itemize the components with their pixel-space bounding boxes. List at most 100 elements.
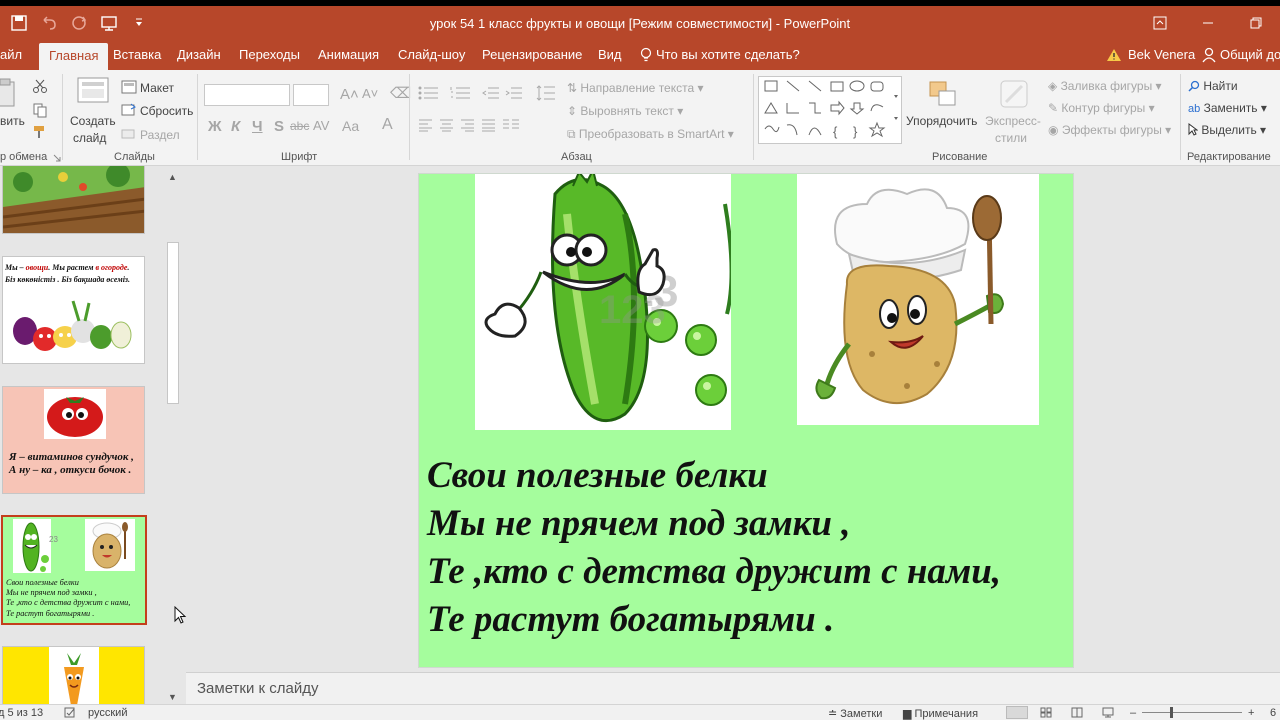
tab-design[interactable]: Дизайн bbox=[167, 40, 231, 70]
convert-smartart-button[interactable]: ⧉ Преобразовать в SmartArt ▾ bbox=[567, 127, 734, 142]
line-spacing-icon[interactable] bbox=[536, 84, 556, 102]
potato-chef-picture[interactable] bbox=[797, 174, 1039, 425]
find-button[interactable]: Найти bbox=[1188, 79, 1238, 93]
shape-fill-button[interactable]: ◈ Заливка фигуры ▾ bbox=[1048, 79, 1162, 93]
group-separator bbox=[197, 74, 198, 160]
person-icon bbox=[1202, 47, 1216, 63]
select-button[interactable]: Выделить ▾ bbox=[1188, 123, 1266, 137]
notes-toggle[interactable]: ≐ Заметки bbox=[828, 707, 882, 720]
strikethrough-button[interactable]: abc bbox=[290, 119, 309, 133]
tell-me-search[interactable]: Что вы хотите сделать? bbox=[640, 40, 800, 70]
section-icon bbox=[121, 129, 135, 139]
arrange-button[interactable]: Упорядочить bbox=[906, 114, 977, 128]
tab-transitions[interactable]: Переходы bbox=[229, 40, 310, 70]
slide-thumbnail-6[interactable] bbox=[2, 646, 145, 704]
zoom-level[interactable]: 6 bbox=[1270, 707, 1276, 719]
slide-thumbnail-tomato[interactable]: Я – витаминов сундучок , А ну – ка , отк… bbox=[2, 386, 145, 494]
user-account[interactable]: Bek Venera bbox=[1106, 40, 1195, 70]
thumbnail-poem-line: Свои полезные белки bbox=[6, 578, 79, 587]
thumbnail-poem: Свои полезные белки Мы не прячем под зам… bbox=[6, 578, 130, 619]
increase-font-icon[interactable]: A˄ bbox=[340, 86, 359, 103]
decrease-font-icon[interactable]: A˅ bbox=[362, 86, 378, 101]
reset-button[interactable]: Сбросить bbox=[140, 104, 193, 118]
normal-view-button[interactable] bbox=[1006, 706, 1028, 719]
decrease-indent-icon[interactable] bbox=[482, 86, 500, 100]
replace-button[interactable]: ab Заменить ▾ bbox=[1188, 101, 1267, 115]
change-case-button[interactable]: Aa bbox=[342, 118, 359, 134]
slide-thumbnail-4[interactable] bbox=[2, 166, 145, 234]
share-button[interactable]: Общий до bbox=[1202, 40, 1280, 70]
tell-me-text: Что вы хотите сделать? bbox=[656, 47, 800, 62]
align-text-button[interactable]: ⇕ Выровнять текст ▾ bbox=[567, 104, 683, 118]
tab-insert[interactable]: Вставка bbox=[103, 40, 171, 70]
ribbon-display-options-icon[interactable] bbox=[1136, 6, 1184, 40]
shape-outline-button[interactable]: ✎ Контур фигуры ▾ bbox=[1048, 101, 1155, 115]
zoom-slider[interactable] bbox=[1142, 712, 1242, 713]
columns-icon[interactable] bbox=[502, 118, 520, 132]
cut-icon[interactable] bbox=[32, 78, 48, 94]
new-slide-label[interactable]: Создать bbox=[70, 114, 116, 128]
restore-icon[interactable] bbox=[1232, 6, 1280, 40]
slide-thumbnail-vegetables[interactable]: Мы – овощи. Мы растем в огороде. Біз көк… bbox=[2, 256, 145, 364]
format-painter-icon[interactable] bbox=[32, 124, 48, 140]
shadow-button[interactable]: S bbox=[274, 118, 284, 135]
character-spacing-button[interactable]: AV bbox=[313, 118, 329, 133]
tab-view[interactable]: Вид bbox=[588, 40, 632, 70]
shape-effects-button[interactable]: ◉ Эффекты фигуры ▾ bbox=[1048, 123, 1171, 137]
paste-icon[interactable] bbox=[0, 78, 18, 108]
section-button[interactable]: Раздел bbox=[140, 128, 180, 142]
notes-placeholder: Заметки к слайду bbox=[197, 680, 319, 697]
scrollbar-thumb[interactable] bbox=[167, 242, 179, 404]
italic-button[interactable]: К bbox=[231, 118, 240, 135]
increase-indent-icon[interactable] bbox=[505, 86, 523, 100]
zoom-out-button[interactable]: – bbox=[1130, 707, 1136, 719]
align-left-icon[interactable] bbox=[418, 118, 433, 132]
quick-styles-icon[interactable] bbox=[998, 78, 1030, 110]
text-direction-button[interactable]: ⇅ Направление текста ▾ bbox=[567, 81, 704, 95]
align-right-icon[interactable] bbox=[460, 118, 475, 132]
language-indicator[interactable]: русский bbox=[88, 707, 127, 719]
zoom-slider-thumb[interactable] bbox=[1170, 707, 1173, 718]
replace-icon: ab bbox=[1188, 103, 1201, 115]
bullets-icon[interactable] bbox=[418, 86, 440, 100]
underline-button[interactable]: Ч bbox=[252, 118, 263, 135]
slideshow-view-icon[interactable] bbox=[1102, 707, 1114, 718]
font-size-input[interactable] bbox=[293, 84, 329, 106]
arrange-icon[interactable] bbox=[926, 78, 960, 110]
powerpoint-window: урок 54 1 класс фрукты и овощи [Режим со… bbox=[0, 6, 1280, 720]
spelling-check-icon[interactable] bbox=[64, 707, 76, 718]
scroll-up-arrow-icon[interactable]: ▲ bbox=[168, 172, 177, 182]
numbering-icon[interactable] bbox=[450, 86, 472, 100]
notes-pane[interactable]: Заметки к слайду bbox=[186, 672, 1280, 704]
tab-animations[interactable]: Анимация bbox=[308, 40, 389, 70]
new-slide-icon[interactable] bbox=[76, 76, 110, 106]
poem-textbox[interactable]: Свои полезные белки Мы не прячем под зам… bbox=[427, 452, 1067, 644]
align-center-icon[interactable] bbox=[439, 118, 454, 132]
scroll-down-arrow-icon[interactable]: ▼ bbox=[168, 692, 177, 702]
comments-toggle[interactable]: ▆ Примечания bbox=[903, 707, 978, 720]
zoom-in-button[interactable]: + bbox=[1248, 707, 1254, 719]
minimize-icon[interactable] bbox=[1184, 6, 1232, 40]
tab-home[interactable]: Главная bbox=[39, 43, 109, 70]
current-slide[interactable]: 123 Свои полезные белки Мы не прячем под… bbox=[418, 173, 1074, 668]
justify-icon[interactable] bbox=[481, 118, 496, 132]
dialog-launcher-icon[interactable] bbox=[53, 154, 61, 162]
layout-button[interactable]: Макет bbox=[140, 81, 174, 95]
shapes-gallery[interactable]: { } bbox=[758, 76, 902, 144]
bold-button[interactable]: Ж bbox=[208, 118, 222, 135]
tab-review[interactable]: Рецензирование bbox=[472, 40, 592, 70]
tab-file[interactable]: айл bbox=[0, 40, 32, 70]
copy-icon[interactable] bbox=[32, 102, 48, 118]
slide-thumbnail-5-selected[interactable]: 23 Свои полезные белки Мы не прячем под … bbox=[1, 515, 147, 625]
font-name-input[interactable] bbox=[204, 84, 290, 106]
reading-view-icon[interactable] bbox=[1071, 707, 1083, 718]
thumbnail-text-line-1: Мы – овощи. Мы растем в огороде. bbox=[5, 263, 129, 272]
tab-slideshow[interactable]: Слайд-шоу bbox=[388, 40, 475, 70]
quick-styles-label[interactable]: Экспресс- bbox=[985, 114, 1041, 128]
new-slide-label-2[interactable]: слайд bbox=[73, 131, 106, 145]
slide-sorter-icon[interactable] bbox=[1040, 707, 1052, 718]
clipboard-group-label: р обмена bbox=[0, 151, 48, 163]
group-separator bbox=[1180, 74, 1181, 160]
quick-styles-label-2[interactable]: стили bbox=[995, 131, 1027, 145]
font-color-button[interactable]: A bbox=[382, 116, 393, 134]
